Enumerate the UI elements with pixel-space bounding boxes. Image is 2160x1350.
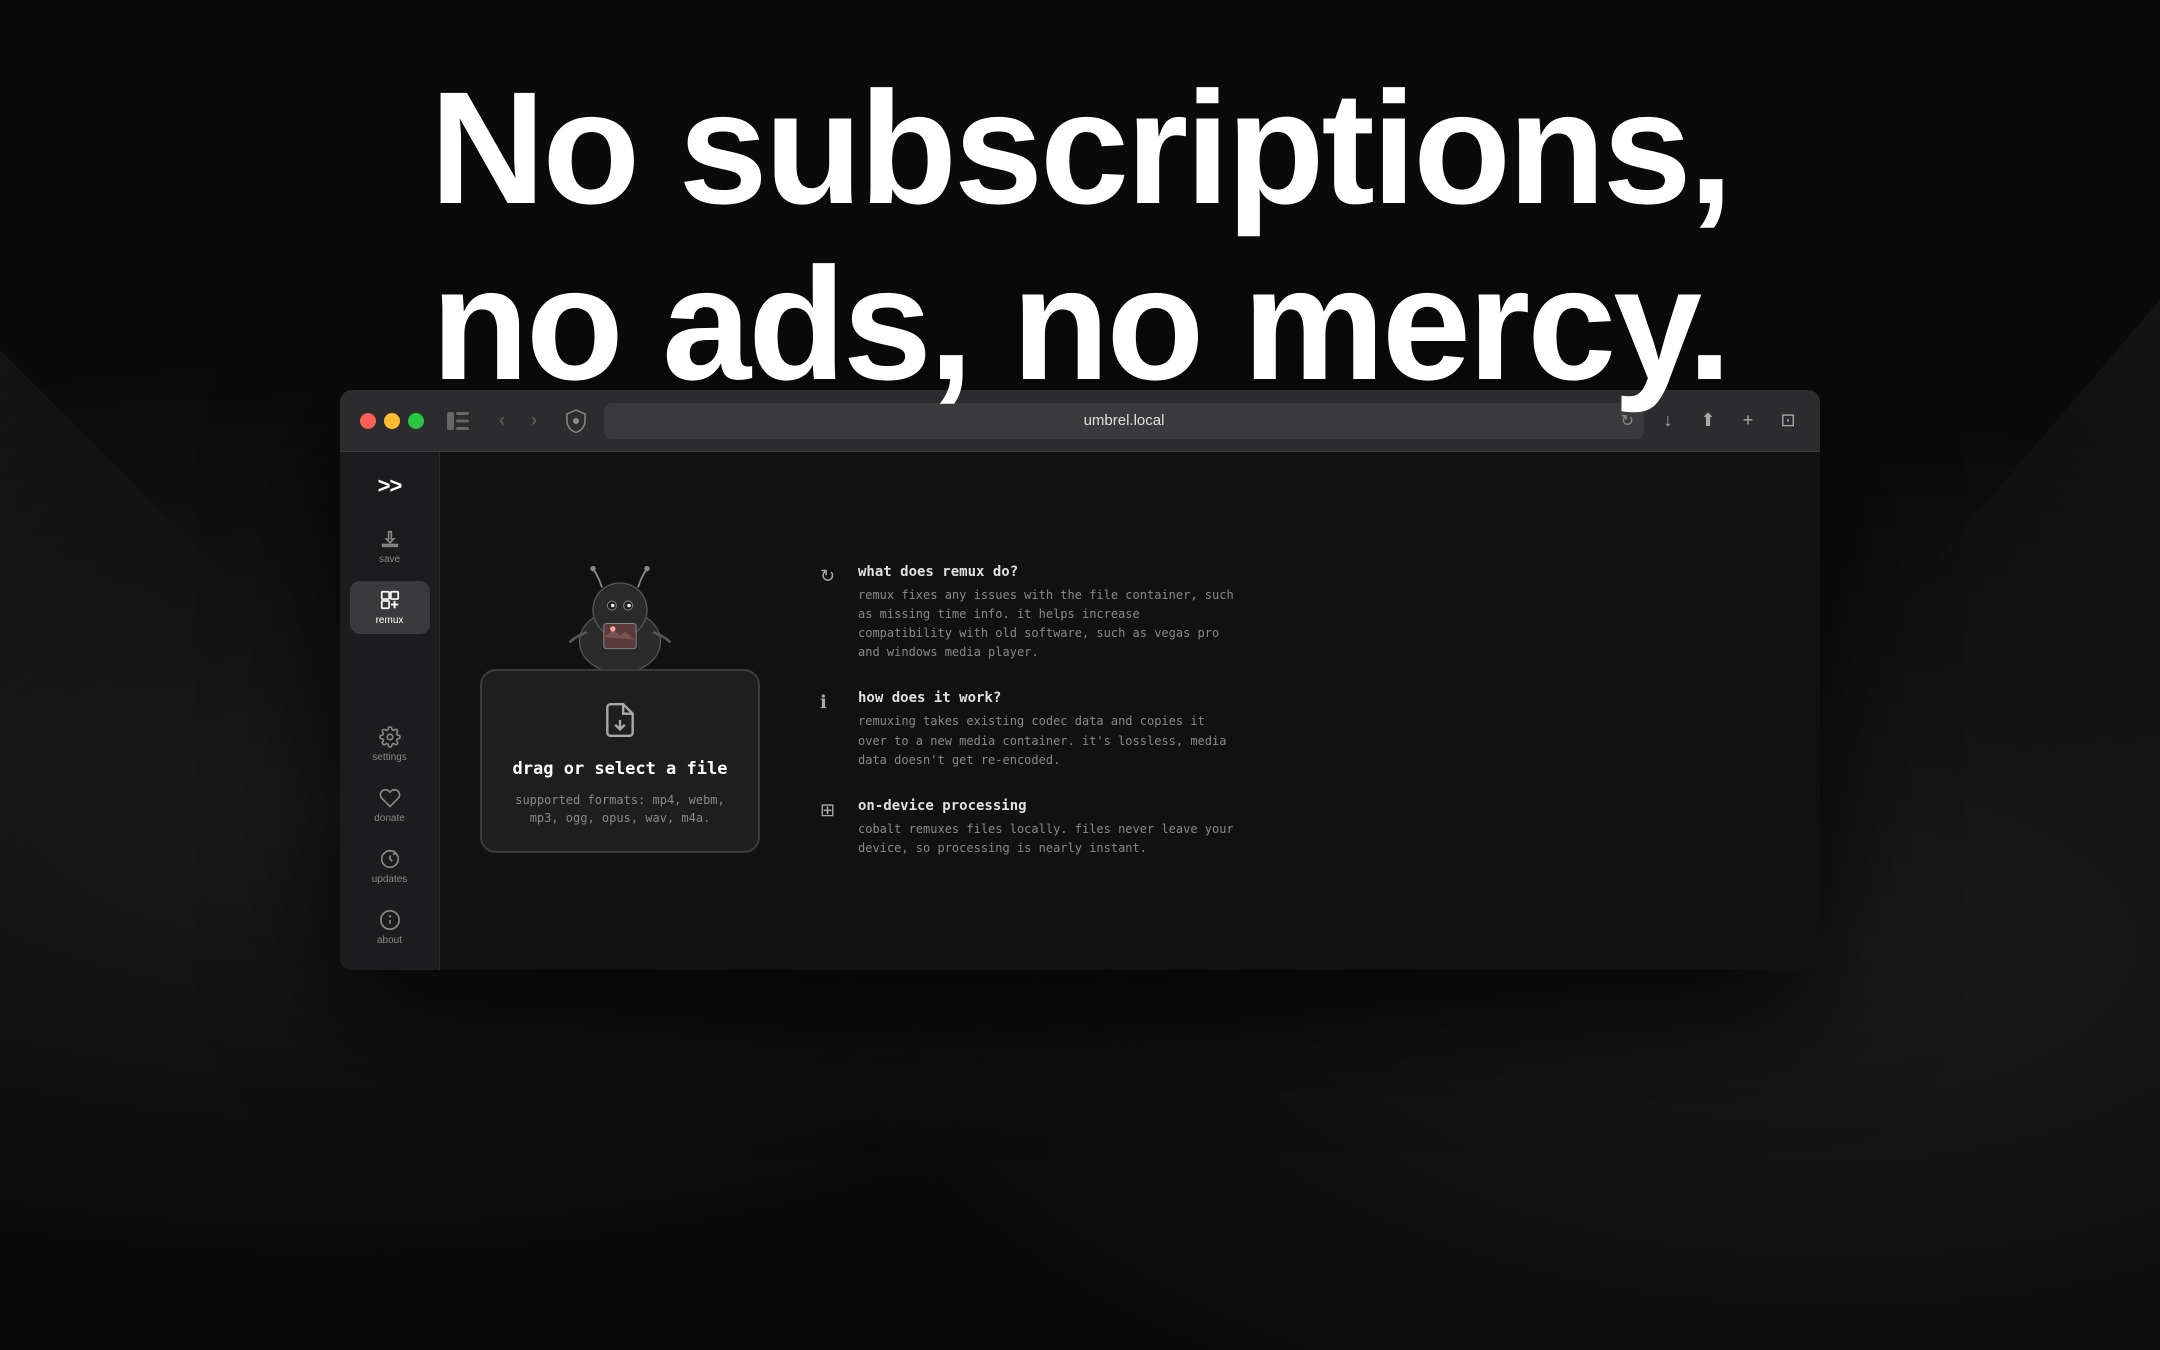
- logo-icon: >>: [378, 473, 402, 499]
- info-item-what: ↻ what does remux do? remux fixes any is…: [820, 564, 1780, 663]
- traffic-lights: [360, 413, 424, 429]
- sidebar-item-updates-label: updates: [372, 874, 408, 885]
- info-text-how: how does it work? remuxing takes existin…: [858, 690, 1238, 770]
- sidebar-item-save-label: save: [379, 554, 400, 565]
- main-content: ?: [440, 452, 1820, 970]
- hero-line1: No subscriptions,: [0, 60, 2160, 236]
- about-icon: [379, 909, 401, 931]
- what-icon: ↻: [820, 566, 842, 587]
- app-logo[interactable]: >>: [364, 468, 416, 504]
- new-tab-button[interactable]: +: [1736, 409, 1760, 433]
- sidebar-item-remux-label: remux: [376, 615, 404, 626]
- mascot-illustration: ?: [530, 559, 710, 679]
- info-text-ondevice: on-device processing cobalt remuxes file…: [858, 798, 1238, 858]
- info-text-what: what does remux do? remux fixes any issu…: [858, 564, 1238, 663]
- mascot-area: ?: [520, 559, 720, 679]
- tabs-overview-button[interactable]: ⊡: [1776, 409, 1800, 433]
- bg-decoration-left: [0, 350, 300, 950]
- traffic-light-fullscreen[interactable]: [408, 413, 424, 429]
- sidebar-item-settings-label: settings: [372, 752, 406, 763]
- url-display: umbrel.local: [1084, 412, 1165, 429]
- drop-file-icon: [601, 701, 639, 747]
- browser-window: ‹ › umbrel.local ↻ ↓ ⬆ + ⊡ >>: [340, 390, 1820, 970]
- updates-icon: [379, 848, 401, 870]
- sidebar-item-save[interactable]: save: [350, 520, 430, 573]
- donate-icon: [379, 787, 401, 809]
- sidebar-item-updates[interactable]: updates: [350, 840, 430, 893]
- ondevice-icon: ⊞: [820, 800, 842, 821]
- save-icon: [379, 528, 401, 550]
- app-sidebar: >> save remux: [340, 452, 440, 970]
- reload-button[interactable]: ↻: [1621, 411, 1634, 431]
- drop-zone-wrapper: ?: [480, 559, 760, 863]
- file-drop-zone[interactable]: drag or select a file supported formats:…: [480, 669, 760, 853]
- traffic-light-close[interactable]: [360, 413, 376, 429]
- info-item-how: ℹ how does it work? remuxing takes exist…: [820, 690, 1780, 770]
- settings-icon: [379, 726, 401, 748]
- sidebar-item-donate-label: donate: [374, 813, 405, 824]
- remux-icon: [379, 589, 401, 611]
- browser-content: >> save remux: [340, 452, 1820, 970]
- info-heading-how: how does it work?: [858, 690, 1238, 706]
- hero-line2: no ads, no mercy.: [0, 236, 2160, 412]
- drop-zone-subtitle: supported formats: mp4, webm, mp3, ogg, …: [502, 791, 738, 827]
- hero-section: No subscriptions, no ads, no mercy.: [0, 60, 2160, 412]
- sidebar-item-settings[interactable]: settings: [350, 718, 430, 771]
- traffic-light-minimize[interactable]: [384, 413, 400, 429]
- sidebar-item-donate[interactable]: donate: [350, 779, 430, 832]
- sidebar-item-remux[interactable]: remux: [350, 581, 430, 634]
- info-panel: ↻ what does remux do? remux fixes any is…: [820, 564, 1780, 859]
- sidebar-item-about[interactable]: about: [350, 901, 430, 954]
- info-desc-how: remuxing takes existing codec data and c…: [858, 712, 1238, 770]
- sidebar-item-about-label: about: [377, 935, 402, 946]
- drop-zone-title: drag or select a file: [513, 759, 728, 779]
- how-icon: ℹ: [820, 692, 842, 713]
- info-desc-ondevice: cobalt remuxes files locally. files neve…: [858, 820, 1238, 858]
- hero-title: No subscriptions, no ads, no mercy.: [0, 60, 2160, 412]
- info-item-ondevice: ⊞ on-device processing cobalt remuxes fi…: [820, 798, 1780, 858]
- info-desc-what: remux fixes any issues with the file con…: [858, 586, 1238, 663]
- info-heading-what: what does remux do?: [858, 564, 1238, 580]
- info-heading-ondevice: on-device processing: [858, 798, 1238, 814]
